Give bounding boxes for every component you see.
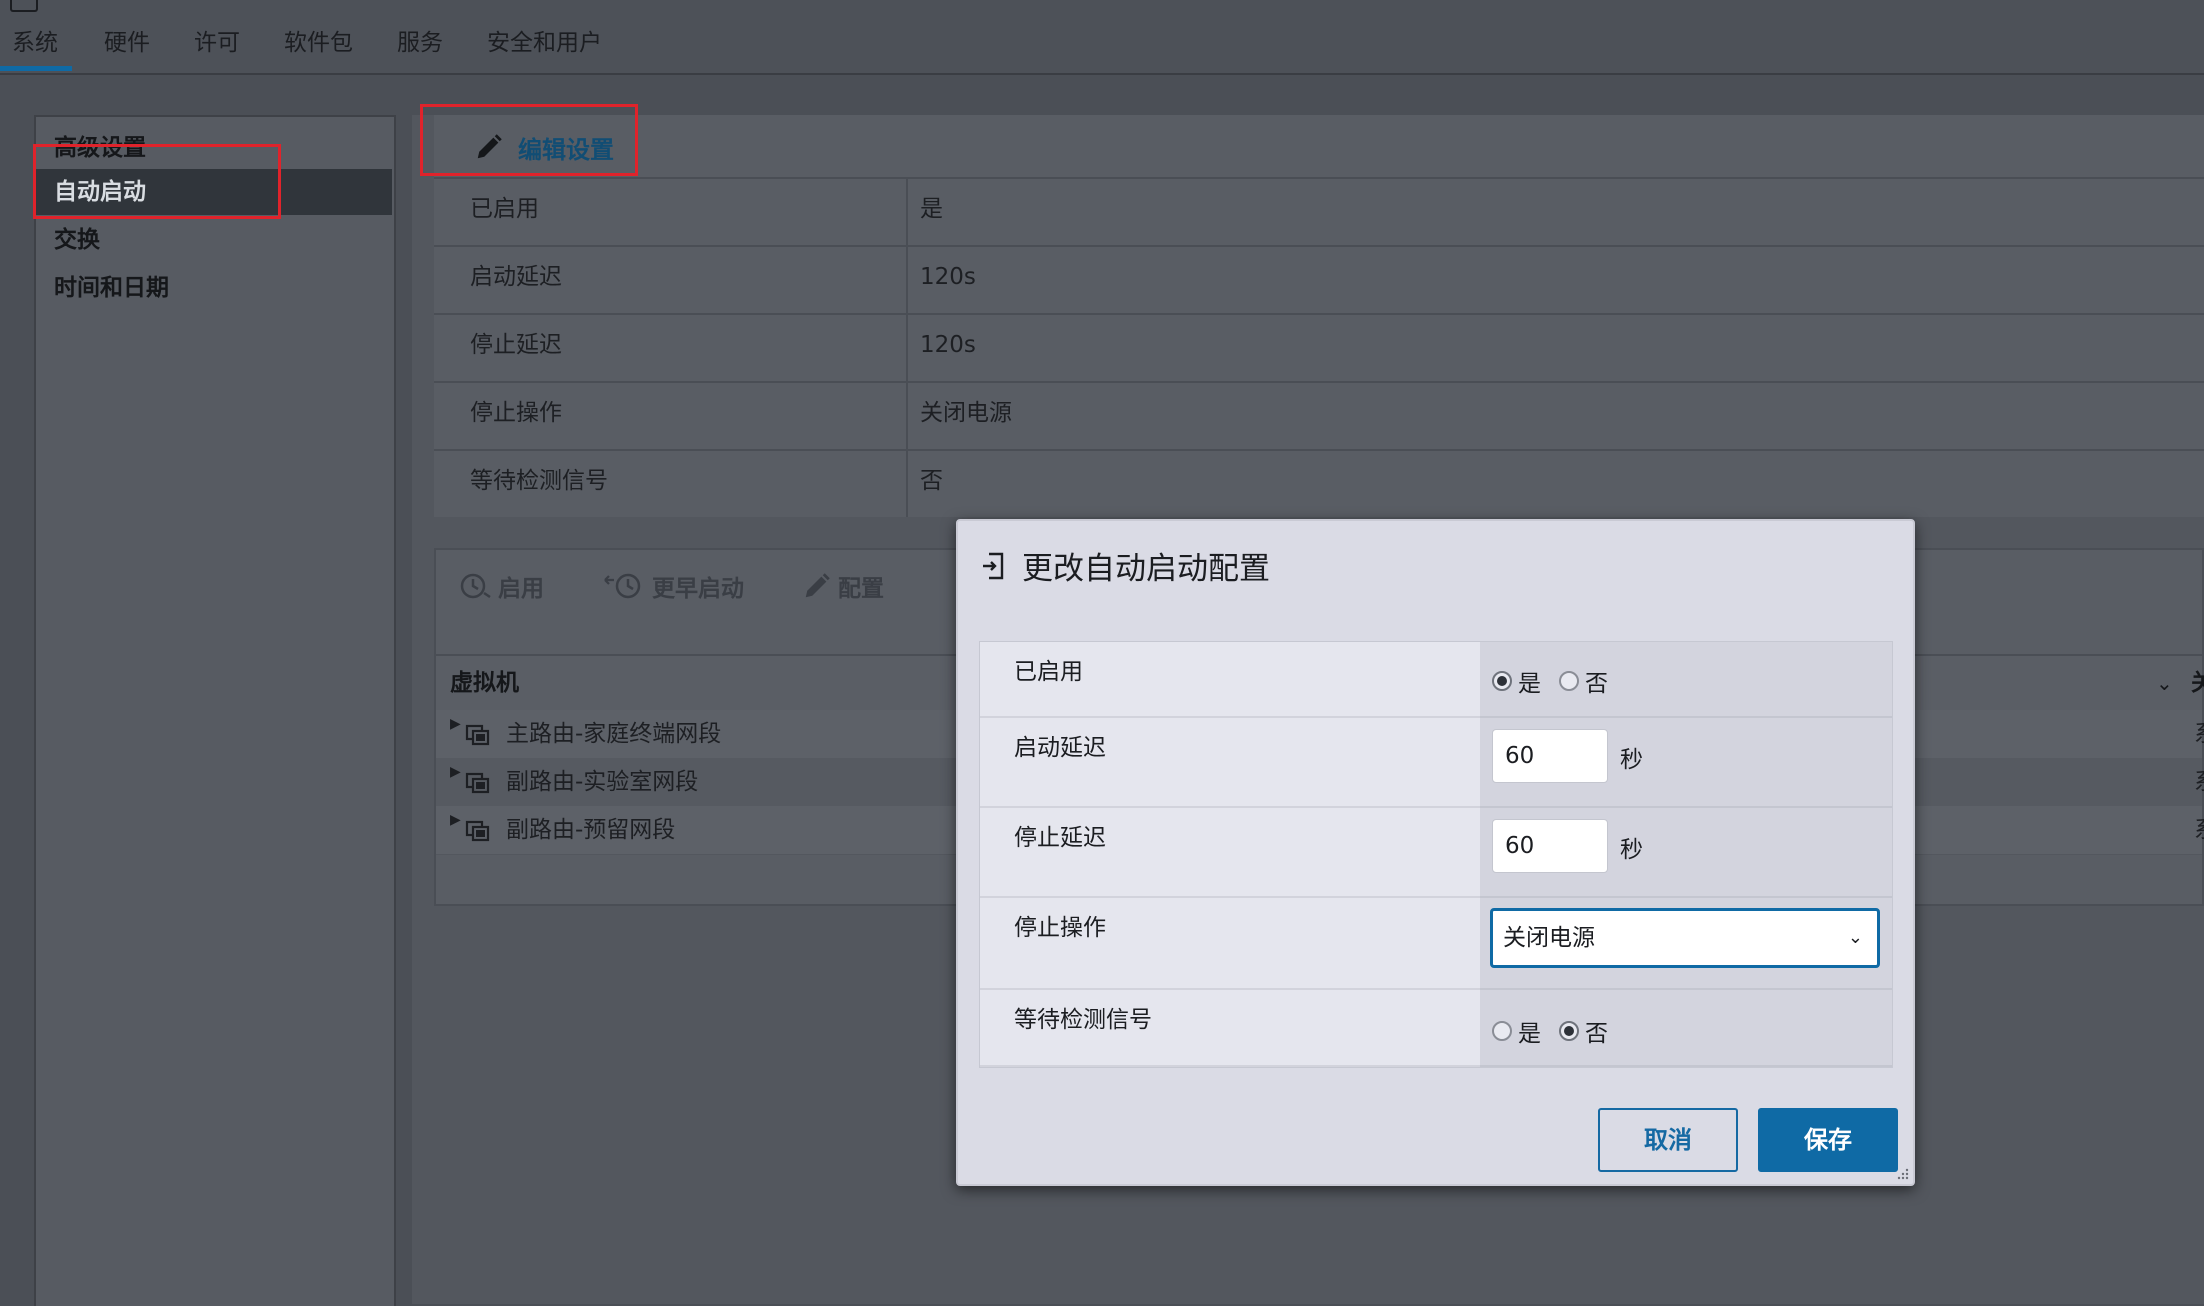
prop-value: 是 <box>920 196 943 222</box>
field-control: 秒 <box>1480 718 1892 808</box>
field-label: 停止操作 <box>980 898 1480 990</box>
nav-item-time-date[interactable]: 时间和日期 <box>36 265 392 311</box>
edit-settings-label: 编辑设置 <box>518 135 614 164</box>
form-row-start-delay: 启动延迟 秒 <box>980 718 1892 808</box>
edit-header: 编辑设置 <box>434 115 2204 177</box>
column-header-right[interactable]: 关 <box>2191 656 2204 710</box>
dialog-icon <box>983 552 1004 579</box>
tab-services[interactable]: 服务 <box>383 22 457 71</box>
dialog-title: 更改自动启动配置 <box>980 543 1270 588</box>
form-row-enabled: 已启用 是 否 <box>980 642 1892 718</box>
prop-value: 120s <box>920 332 976 358</box>
clock-back-icon <box>604 573 641 599</box>
field-control: 是 否 <box>1480 990 1892 1067</box>
radio-label[interactable]: 否 <box>1585 1014 1608 1048</box>
form-row-heartbeat: 等待检测信号 是 否 <box>980 990 1892 1067</box>
vm-icon <box>465 820 490 842</box>
prop-row-stop-delay: 停止延迟 120s <box>434 313 2204 381</box>
expand-triangle-icon[interactable]: ▶ <box>450 700 461 748</box>
tab-security-users[interactable]: 安全和用户 <box>473 22 616 71</box>
nav-item-swap[interactable]: 交换 <box>36 217 392 263</box>
stop-delay-input[interactable] <box>1492 819 1608 873</box>
tab-system[interactable]: 系统 <box>0 22 72 71</box>
enable-button[interactable]: 启用 <box>458 569 544 603</box>
vm-icon <box>465 772 490 794</box>
top-bar: 系统 硬件 许可 软件包 服务 安全和用户 <box>0 0 2204 75</box>
left-nav: 高级设置 自动启动 交换 时间和日期 <box>34 115 396 1306</box>
form-row-stop-action: 停止操作 关闭电源 ⌄ <box>980 898 1892 990</box>
enable-label: 启用 <box>498 576 544 602</box>
configure-button[interactable]: 配置 <box>802 569 884 603</box>
expand-triangle-icon[interactable]: ▶ <box>450 796 461 844</box>
vm-name: 主路由-家庭终端网段 <box>506 721 722 747</box>
field-control: 关闭电源 ⌄ <box>1480 898 1892 990</box>
pencil-icon <box>477 134 502 159</box>
prop-key: 已启用 <box>434 179 908 245</box>
tab-license[interactable]: 许可 <box>180 22 254 71</box>
chevron-down-icon[interactable]: ⌄ <box>2156 656 2173 710</box>
prop-value: 120s <box>920 264 976 290</box>
vm-name: 副路由-预留网段 <box>506 817 676 843</box>
edit-settings-button[interactable]: 编辑设置 <box>474 125 614 169</box>
select-value: 关闭电源 <box>1503 925 1595 951</box>
field-control: 秒 <box>1480 808 1892 898</box>
radio-label[interactable]: 是 <box>1518 1014 1541 1048</box>
start-delay-input[interactable] <box>1492 729 1608 783</box>
clock-icon <box>460 573 491 599</box>
field-label: 启动延迟 <box>980 718 1480 808</box>
prop-key: 等待检测信号 <box>434 451 908 517</box>
unit-label: 秒 <box>1620 837 1643 863</box>
field-label: 停止延迟 <box>980 808 1480 898</box>
radio-label[interactable]: 是 <box>1518 664 1541 698</box>
autostart-properties: 已启用 是 启动延迟 120s 停止延迟 120s 停止操作 关闭电源 等待检测… <box>434 177 2204 517</box>
nav-item-autostart[interactable]: 自动启动 <box>36 169 392 215</box>
save-button[interactable]: 保存 <box>1758 1108 1898 1172</box>
chevron-down-icon: ⌄ <box>1847 927 1863 948</box>
stop-action-select[interactable]: 关闭电源 ⌄ <box>1490 908 1880 968</box>
prop-value: 否 <box>920 468 943 494</box>
autostart-config-dialog: 更改自动启动配置 已启用 是 否 启动延迟 秒 停止延迟 <box>956 519 1915 1186</box>
start-earlier-button[interactable]: 更早启动 <box>602 569 744 603</box>
prop-row-enabled: 已启用 是 <box>434 177 2204 245</box>
vm-icon <box>465 724 490 746</box>
prop-key: 停止操作 <box>434 383 908 449</box>
prop-row-heartbeat: 等待检测信号 否 <box>434 449 2204 517</box>
cancel-button[interactable]: 取消 <box>1598 1108 1738 1172</box>
prop-row-start-delay: 启动延迟 120s <box>434 245 2204 313</box>
start-earlier-label: 更早启动 <box>652 576 744 602</box>
nav-item-advanced[interactable]: 高级设置 <box>36 125 392 171</box>
field-control: 是 否 <box>1480 642 1892 718</box>
prop-value: 关闭电源 <box>920 400 1012 426</box>
field-label: 等待检测信号 <box>980 990 1480 1067</box>
heartbeat-yes-radio[interactable] <box>1492 1021 1512 1041</box>
form-row-stop-delay: 停止延迟 秒 <box>980 808 1892 898</box>
autostart-form: 已启用 是 否 启动延迟 秒 停止延迟 秒 <box>979 641 1893 1068</box>
dialog-title-text: 更改自动启动配置 <box>1022 551 1270 587</box>
heartbeat-no-radio[interactable] <box>1559 1021 1579 1041</box>
config-tabs: 系统 硬件 许可 软件包 服务 安全和用户 <box>0 22 632 73</box>
tab-packages[interactable]: 软件包 <box>270 22 367 71</box>
vm-cell-right: 系 <box>2194 806 2204 854</box>
tab-hardware[interactable]: 硬件 <box>90 22 164 71</box>
enabled-yes-radio[interactable] <box>1492 671 1512 691</box>
pencil-icon <box>805 573 830 598</box>
vm-cell-right: 系 <box>2194 710 2204 758</box>
prop-key: 停止延迟 <box>434 315 908 381</box>
enabled-radio-group: 是 否 <box>1492 664 1626 698</box>
configure-label: 配置 <box>838 576 884 602</box>
enabled-no-radio[interactable] <box>1559 671 1579 691</box>
resize-grip-icon[interactable] <box>1897 1168 1909 1180</box>
prop-row-stop-action: 停止操作 关闭电源 <box>434 381 2204 449</box>
prop-key: 启动延迟 <box>434 247 908 313</box>
vm-name: 副路由-实验室网段 <box>506 769 699 795</box>
vm-cell-right: 系 <box>2194 758 2204 806</box>
window-icon-fragment <box>10 0 38 12</box>
unit-label: 秒 <box>1620 747 1643 773</box>
expand-triangle-icon[interactable]: ▶ <box>450 748 461 796</box>
field-label: 已启用 <box>980 642 1480 718</box>
heartbeat-radio-group: 是 否 <box>1492 1014 1626 1048</box>
radio-label[interactable]: 否 <box>1585 664 1608 698</box>
